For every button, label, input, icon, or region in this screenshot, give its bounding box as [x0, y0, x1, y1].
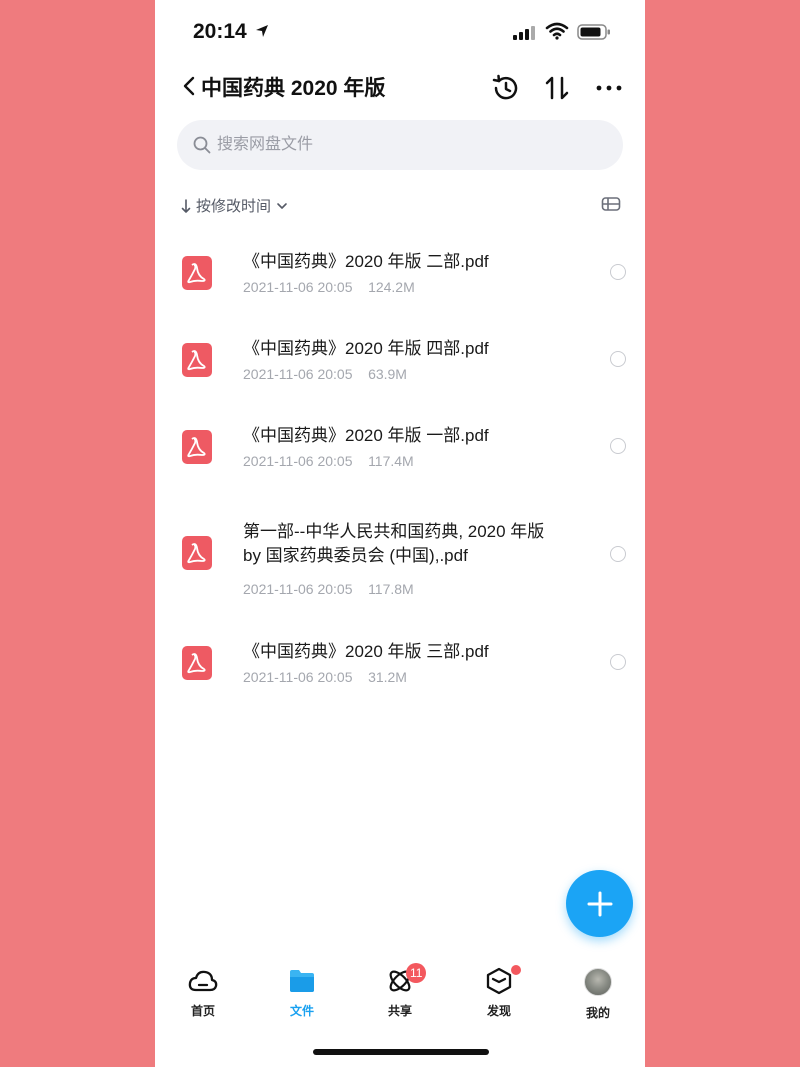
- sort-label: 按修改时间: [196, 198, 272, 215]
- tab-label: 共享: [387, 1004, 412, 1018]
- history-icon[interactable]: [490, 74, 520, 102]
- file-meta: 2021-11-06 20:05 63.9M: [243, 366, 407, 382]
- notification-badge: 11: [406, 963, 427, 983]
- back-icon[interactable]: [182, 75, 196, 97]
- file-date: 2021-11-06 20:05: [243, 279, 353, 295]
- file-name: 《中国药典》2020 年版 三部.pdf: [243, 642, 489, 661]
- battery-icon: [577, 24, 610, 40]
- file-meta: 2021-11-06 20:05 124.2M: [243, 279, 415, 295]
- select-checkbox[interactable]: [610, 264, 626, 280]
- tab-label: 首页: [190, 1004, 215, 1018]
- file-size: 117.8M: [368, 581, 414, 597]
- tab-share[interactable]: 11 共享: [370, 963, 430, 1019]
- file-name: 《中国药典》2020 年版 四部.pdf: [243, 339, 489, 358]
- pdf-file-icon: [182, 646, 212, 680]
- file-date: 2021-11-06 20:05: [243, 669, 353, 685]
- search-input[interactable]: [217, 120, 597, 170]
- page-title: 中国药典 2020 年版: [201, 77, 386, 100]
- search-box[interactable]: [177, 120, 623, 170]
- file-date: 2021-11-06 20:05: [243, 453, 353, 469]
- pdf-file-icon: [182, 536, 212, 570]
- tab-home[interactable]: 首页: [173, 966, 233, 1019]
- pdf-file-icon: [182, 343, 212, 377]
- select-checkbox[interactable]: [610, 351, 626, 367]
- file-size: 63.9M: [368, 366, 407, 382]
- tab-label: 发现: [486, 1004, 511, 1018]
- file-size: 31.2M: [368, 669, 407, 685]
- search-icon: [193, 136, 211, 154]
- tab-label: 文件: [289, 1004, 314, 1018]
- file-name: 《中国药典》2020 年版 二部.pdf: [243, 252, 489, 271]
- notification-dot: [511, 965, 521, 975]
- file-row[interactable]: 《中国药典》2020 年版 二部.pdf 2021-11-06 20:05 12…: [155, 238, 645, 318]
- file-date: 2021-11-06 20:05: [243, 366, 353, 382]
- plus-icon: [587, 891, 612, 916]
- sort-icon[interactable]: [543, 74, 571, 102]
- file-meta: 2021-11-06 20:05 31.2M: [243, 669, 407, 685]
- cloud-icon: [188, 970, 218, 992]
- add-button[interactable]: [566, 870, 633, 937]
- status-time: 20:14: [193, 20, 247, 43]
- file-name: 《中国药典》2020 年版 一部.pdf: [243, 426, 489, 445]
- wifi-icon: [545, 22, 569, 40]
- file-name: 第一部--中华人民共和国药典, 2020 年版 by 国家药典委员会 (中国),…: [243, 522, 545, 565]
- tab-files[interactable]: 文件: [272, 966, 332, 1019]
- tab-discover[interactable]: 发现: [469, 965, 529, 1019]
- select-checkbox[interactable]: [610, 654, 626, 670]
- view-toggle-icon[interactable]: [601, 196, 621, 212]
- home-indicator[interactable]: [313, 1049, 489, 1055]
- pdf-file-icon: [182, 256, 212, 290]
- file-size: 117.4M: [368, 453, 414, 469]
- file-meta: 2021-11-06 20:05 117.4M: [243, 453, 414, 469]
- tab-label: 我的: [585, 1006, 610, 1020]
- signal-icon: [513, 26, 535, 40]
- file-size: 124.2M: [368, 279, 415, 295]
- location-arrow-icon: [256, 25, 268, 37]
- select-checkbox[interactable]: [610, 546, 626, 562]
- file-row[interactable]: 《中国药典》2020 年版 三部.pdf 2021-11-06 20:05 31…: [155, 628, 645, 708]
- sort-selector[interactable]: 按修改时间: [181, 195, 288, 216]
- file-row[interactable]: 《中国药典》2020 年版 一部.pdf 2021-11-06 20:05 11…: [155, 412, 645, 492]
- more-icon[interactable]: [595, 84, 623, 92]
- phone-screen: 20:14 中国药典 2020 年版 搜索网盘文件 按修改时间 《中国药典》20…: [155, 0, 645, 1067]
- chevron-down-icon: [277, 202, 287, 209]
- folder-icon: [290, 970, 314, 992]
- avatar: [584, 968, 612, 996]
- tab-profile[interactable]: 我的: [568, 966, 628, 1021]
- arrow-down-icon: [181, 198, 191, 213]
- file-date: 2021-11-06 20:05: [243, 581, 353, 597]
- select-checkbox[interactable]: [610, 438, 626, 454]
- file-row[interactable]: 第一部--中华人民共和国药典, 2020 年版 by 国家药典委员会 (中国),…: [155, 508, 645, 608]
- file-row[interactable]: 《中国药典》2020 年版 四部.pdf 2021-11-06 20:05 63…: [155, 325, 645, 405]
- pdf-file-icon: [182, 430, 212, 464]
- file-meta: 2021-11-06 20:05 117.8M: [243, 581, 414, 597]
